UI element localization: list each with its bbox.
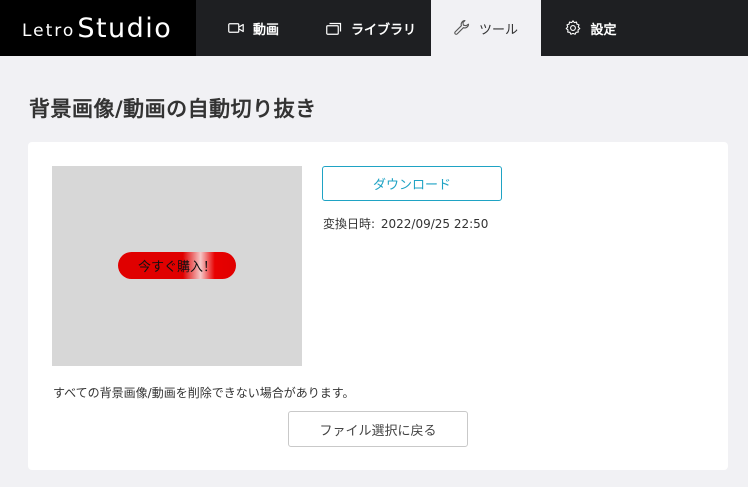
back-to-file-select-button[interactable]: ファイル選択に戻る [288,411,468,447]
nav-item-settings[interactable]: 設定 [541,0,641,56]
nav-item-library[interactable]: ライブラリ [311,0,431,56]
logo-text-studio: Studio [77,12,173,44]
main-nav: 動画 ライブラリ ツール 設定 [196,0,641,56]
nav-item-label: 設定 [590,22,617,38]
gear-icon [565,20,581,36]
nav-item-video[interactable]: 動画 [196,0,311,56]
page-title: 背景画像/動画の自動切り抜き [29,97,317,121]
converted-datetime: 変換日時: 2022/09/25 22:50 [323,215,488,232]
nav-item-label: ツール [478,22,518,38]
nav-item-tools[interactable]: ツール [431,0,541,56]
download-button[interactable]: ダウンロード [322,166,502,201]
result-card: 今すぐ購入！ ダウンロード 変換日時: 2022/09/25 22:50 すべて… [28,142,728,470]
nav-item-label: 動画 [252,22,279,38]
logo-text-letro: Letro [22,21,76,41]
wrench-icon [454,20,470,36]
nav-item-label: ライブラリ [350,22,416,38]
app-logo[interactable]: Letro Studio [0,0,196,56]
result-preview: 今すぐ購入！ [52,166,302,366]
converted-value: 2022/09/25 22:50 [380,217,489,231]
converted-label: 変換日時: [323,217,376,231]
video-icon [228,22,244,34]
preview-buy-badge: 今すぐ購入！ [118,252,236,279]
top-navigation-bar: Letro Studio 動画 ライブラリ ツール 設定 [0,0,748,56]
library-icon [326,22,342,35]
removal-notice: すべての背景画像/動画を削除できない場合があります。 [53,386,355,400]
